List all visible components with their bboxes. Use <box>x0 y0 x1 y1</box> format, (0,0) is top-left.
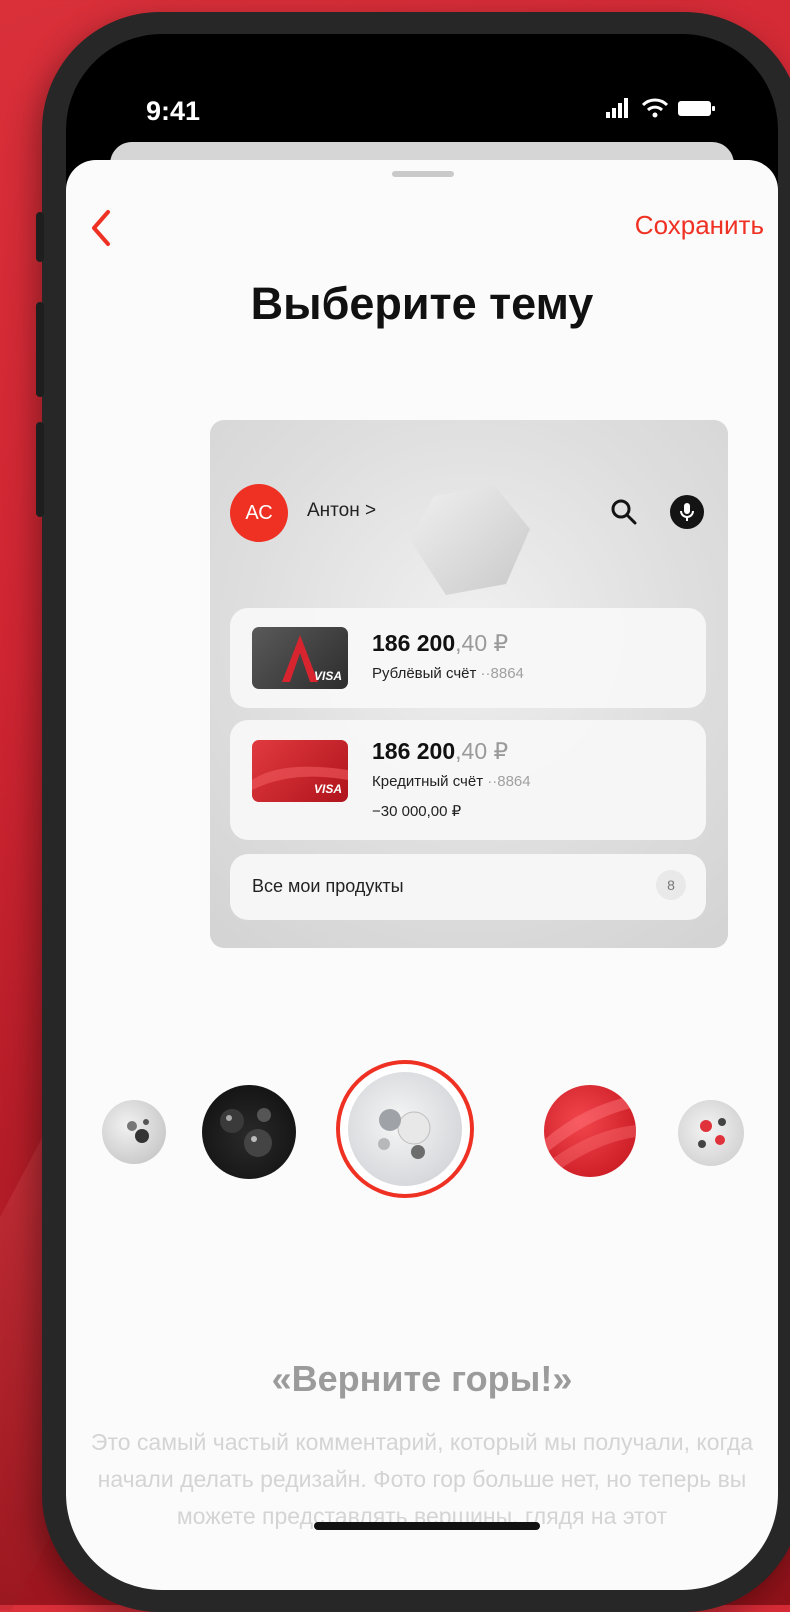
account-name: Кредитный счёт ··8864 <box>372 773 531 790</box>
theme-art <box>220 1108 272 1157</box>
card-thumbnail: VISA <box>252 740 348 802</box>
search-icon <box>611 499 637 525</box>
wifi-icon <box>642 98 668 118</box>
signal-icon <box>606 98 628 118</box>
account-card: VISA 186 200,40 ₽ Рублёвый счёт ··8864 <box>230 608 706 708</box>
microphone-icon <box>670 495 704 529</box>
theme-art <box>698 1118 726 1148</box>
chevron-left-icon <box>92 210 110 246</box>
save-button[interactable]: Сохранить <box>635 210 764 241</box>
home-indicator[interactable] <box>314 1522 540 1530</box>
avatar: АС <box>230 484 288 542</box>
theme-option-red-white[interactable] <box>678 1100 744 1166</box>
theme-name: «Верните горы!» <box>271 1358 573 1399</box>
status-time: 9:41 <box>146 96 201 126</box>
card-brand: VISA <box>313 782 342 796</box>
theme-option-black[interactable] <box>202 1085 296 1179</box>
sheet-grabber[interactable] <box>392 171 454 177</box>
theme-art <box>544 1095 636 1177</box>
theme-option-grey[interactable] <box>102 1100 166 1164</box>
account-balance: 186 200,40 ₽ <box>372 738 509 764</box>
products-count-badge: 8 <box>656 870 686 900</box>
account-name: Рублёвый счёт ··8864 <box>372 665 524 682</box>
theme-option-ice[interactable] <box>348 1072 462 1186</box>
theme-picker-sheet: Сохранить Выберите тему АС Антон > VISA … <box>66 160 778 1590</box>
card-thumbnail: VISA <box>252 627 348 689</box>
theme-art <box>378 1109 431 1159</box>
account-balance: 186 200,40 ₽ <box>372 630 509 656</box>
preview-background-art <box>410 485 530 595</box>
theme-art <box>127 1119 149 1143</box>
status-icons <box>606 98 716 118</box>
theme-option-red[interactable] <box>544 1085 636 1177</box>
back-button[interactable] <box>86 206 126 256</box>
battery-icon <box>678 101 715 116</box>
card-brand: VISA <box>313 669 342 683</box>
all-products-row: Все мои продукты 8 <box>230 854 706 920</box>
theme-description: Это самый частый комментарий, который мы… <box>90 1429 754 1529</box>
user-name: Антон > <box>307 500 377 521</box>
screen: 9:41 Сохранить Выберите тему АС Антон > … <box>66 34 778 1590</box>
products-label: Все мои продукты <box>252 876 404 896</box>
page-title: Выберите тему <box>250 278 594 329</box>
notch <box>248 34 566 106</box>
mute-switch <box>36 212 44 262</box>
volume-up-button <box>36 302 44 397</box>
phone-frame: 9:41 Сохранить Выберите тему АС Антон > … <box>36 12 790 1612</box>
credit-limit: −30 000,00 ₽ <box>372 803 462 820</box>
theme-preview: АС Антон > VISA 186 200,40 ₽ Рублёвый сч… <box>210 420 728 948</box>
volume-down-button <box>36 422 44 517</box>
account-card: VISA 186 200,40 ₽ Кредитный счёт ··8864 … <box>230 720 706 840</box>
